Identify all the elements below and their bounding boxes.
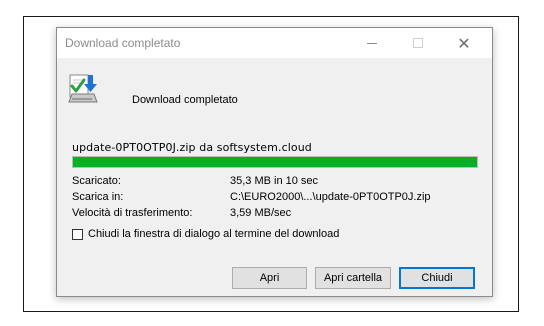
close-icon: ✕ xyxy=(457,33,471,53)
maximize-icon xyxy=(413,38,423,48)
minimize-icon xyxy=(367,42,377,44)
close-on-complete-checkbox[interactable] xyxy=(72,229,83,240)
open-folder-button[interactable]: Apri cartella xyxy=(315,267,391,289)
save-to-label: Scarica in: xyxy=(72,191,124,203)
download-dialog: Download completato ✕ Download completat… xyxy=(56,27,493,297)
open-button[interactable]: Apri xyxy=(232,267,307,289)
transfer-speed-value: 3,59 MB/sec xyxy=(230,207,292,219)
downloaded-value: 35,3 MB in 10 sec xyxy=(230,175,319,187)
close-button[interactable]: Chiudi xyxy=(399,267,475,289)
header-label: Download completato xyxy=(132,94,238,106)
download-file-line: update-0PT0OTP0J.zip da softsystem.cloud xyxy=(72,141,312,154)
save-to-value: C:\EURO2000\...\update-0PT0OTP0J.zip xyxy=(230,191,431,203)
title-bar: Download completato ✕ xyxy=(57,28,492,58)
maximize-button[interactable] xyxy=(395,28,441,58)
close-on-complete-label[interactable]: Chiudi la finestra di dialogo al termine… xyxy=(88,228,339,240)
close-window-button[interactable]: ✕ xyxy=(441,28,487,58)
progress-bar xyxy=(72,156,478,168)
download-complete-icon xyxy=(68,74,98,103)
transfer-speed-label: Velocità di trasferimento: xyxy=(72,207,193,219)
downloaded-label: Scaricato: xyxy=(72,175,121,187)
progress-fill xyxy=(73,157,477,167)
minimize-button[interactable] xyxy=(349,28,395,58)
window-title: Download completato xyxy=(65,36,181,50)
